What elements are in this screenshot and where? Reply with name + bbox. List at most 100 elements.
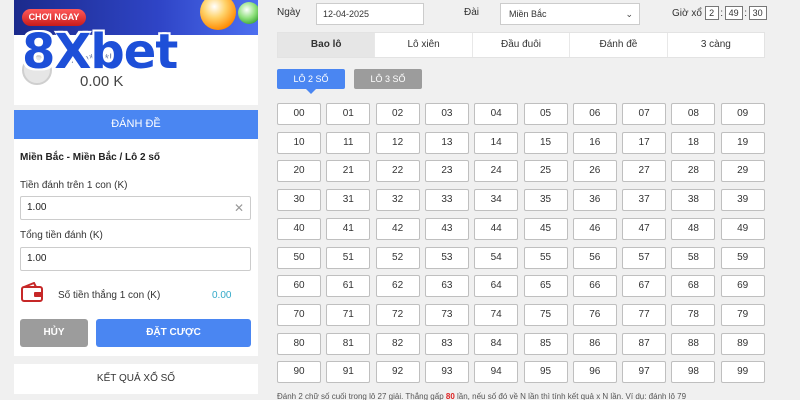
number-cell[interactable]: 89 <box>720 332 765 355</box>
number-cell[interactable]: 31 <box>326 189 371 212</box>
number-cell[interactable]: 75 <box>523 303 568 326</box>
number-cell[interactable]: 80 <box>277 332 321 355</box>
number-cell[interactable]: 35 <box>523 189 568 212</box>
number-cell[interactable]: 65 <box>523 275 568 298</box>
number-cell[interactable]: 38 <box>671 189 716 212</box>
number-cell[interactable]: 57 <box>622 246 667 269</box>
date-input[interactable]: 12-04-2025 <box>316 3 424 25</box>
number-cell[interactable]: 45 <box>523 217 568 240</box>
number-cell[interactable]: 51 <box>326 246 371 269</box>
number-cell[interactable]: 41 <box>326 217 371 240</box>
number-cell[interactable]: 49 <box>720 217 765 240</box>
number-cell[interactable]: 12 <box>375 131 420 154</box>
number-cell[interactable]: 13 <box>424 131 469 154</box>
region-select[interactable]: Miền Bắc ⌄ <box>500 3 640 25</box>
number-cell[interactable]: 17 <box>622 131 667 154</box>
number-cell[interactable]: 48 <box>671 217 716 240</box>
number-cell[interactable]: 15 <box>523 131 568 154</box>
number-cell[interactable]: 01 <box>326 103 371 125</box>
number-cell[interactable]: 14 <box>474 131 519 154</box>
number-cell[interactable]: 79 <box>720 303 765 326</box>
number-cell[interactable]: 26 <box>572 160 617 183</box>
number-cell[interactable]: 99 <box>720 361 765 384</box>
subtab-lo-3-so[interactable]: LÔ 3 SỐ <box>354 69 422 89</box>
number-cell[interactable]: 92 <box>375 361 420 384</box>
number-cell[interactable]: 66 <box>572 275 617 298</box>
number-cell[interactable]: 84 <box>474 332 519 355</box>
number-cell[interactable]: 24 <box>474 160 519 183</box>
number-cell[interactable]: 07 <box>622 103 667 125</box>
number-cell[interactable]: 02 <box>375 103 420 125</box>
tab-lo-xien[interactable]: Lô xiên <box>375 33 473 57</box>
number-cell[interactable]: 39 <box>720 189 765 212</box>
number-cell[interactable]: 04 <box>474 103 519 125</box>
number-cell[interactable]: 00 <box>277 103 321 125</box>
tab-danh-de[interactable]: Đánh đề <box>570 33 668 57</box>
number-cell[interactable]: 08 <box>671 103 716 125</box>
number-cell[interactable]: 37 <box>622 189 667 212</box>
number-cell[interactable]: 77 <box>622 303 667 326</box>
number-cell[interactable]: 27 <box>622 160 667 183</box>
number-cell[interactable]: 10 <box>277 131 321 154</box>
number-cell[interactable]: 09 <box>720 103 765 125</box>
tab-3-cang[interactable]: 3 càng <box>668 33 764 57</box>
number-cell[interactable]: 54 <box>474 246 519 269</box>
number-cell[interactable]: 30 <box>277 189 321 212</box>
number-cell[interactable]: 23 <box>424 160 469 183</box>
number-cell[interactable]: 88 <box>671 332 716 355</box>
number-cell[interactable]: 83 <box>424 332 469 355</box>
number-cell[interactable]: 29 <box>720 160 765 183</box>
number-cell[interactable]: 47 <box>622 217 667 240</box>
total-input[interactable]: 1.00 <box>20 247 251 271</box>
number-cell[interactable]: 50 <box>277 246 321 269</box>
number-cell[interactable]: 72 <box>375 303 420 326</box>
number-cell[interactable]: 81 <box>326 332 371 355</box>
number-cell[interactable]: 68 <box>671 275 716 298</box>
stake-input[interactable]: 1.00 ✕ <box>20 196 251 220</box>
number-cell[interactable]: 33 <box>424 189 469 212</box>
lottery-results-button[interactable]: KẾT QUẢ XỔ SỐ <box>14 364 258 394</box>
cancel-button[interactable]: HỦY <box>20 319 88 347</box>
tab-bao-lo[interactable]: Bao lô <box>278 33 376 57</box>
number-cell[interactable]: 44 <box>474 217 519 240</box>
number-cell[interactable]: 91 <box>326 361 371 384</box>
number-cell[interactable]: 67 <box>622 275 667 298</box>
number-cell[interactable]: 40 <box>277 217 321 240</box>
clear-icon[interactable]: ✕ <box>234 197 244 219</box>
number-cell[interactable]: 05 <box>523 103 568 125</box>
number-cell[interactable]: 25 <box>523 160 568 183</box>
tab-dau-duoi[interactable]: Đầu đuôi <box>473 33 571 57</box>
number-cell[interactable]: 63 <box>424 275 469 298</box>
number-cell[interactable]: 96 <box>572 361 617 384</box>
number-cell[interactable]: 58 <box>671 246 716 269</box>
number-cell[interactable]: 87 <box>622 332 667 355</box>
number-cell[interactable]: 32 <box>375 189 420 212</box>
number-cell[interactable]: 86 <box>572 332 617 355</box>
number-cell[interactable]: 34 <box>474 189 519 212</box>
number-cell[interactable]: 78 <box>671 303 716 326</box>
number-cell[interactable]: 61 <box>326 275 371 298</box>
number-cell[interactable]: 69 <box>720 275 765 298</box>
number-cell[interactable]: 90 <box>277 361 321 384</box>
number-cell[interactable]: 06 <box>572 103 617 125</box>
subtab-lo-2-so[interactable]: LÔ 2 SỐ <box>277 69 345 89</box>
number-cell[interactable]: 97 <box>622 361 667 384</box>
number-cell[interactable]: 03 <box>424 103 469 125</box>
number-cell[interactable]: 36 <box>572 189 617 212</box>
number-cell[interactable]: 59 <box>720 246 765 269</box>
number-cell[interactable]: 93 <box>424 361 469 384</box>
number-cell[interactable]: 20 <box>277 160 321 183</box>
number-cell[interactable]: 60 <box>277 275 321 298</box>
number-cell[interactable]: 94 <box>474 361 519 384</box>
number-cell[interactable]: 56 <box>572 246 617 269</box>
number-cell[interactable]: 16 <box>572 131 617 154</box>
number-cell[interactable]: 19 <box>720 131 765 154</box>
number-cell[interactable]: 52 <box>375 246 420 269</box>
number-cell[interactable]: 62 <box>375 275 420 298</box>
number-cell[interactable]: 98 <box>671 361 716 384</box>
number-cell[interactable]: 11 <box>326 131 371 154</box>
number-cell[interactable]: 18 <box>671 131 716 154</box>
number-cell[interactable]: 64 <box>474 275 519 298</box>
number-cell[interactable]: 21 <box>326 160 371 183</box>
number-cell[interactable]: 55 <box>523 246 568 269</box>
